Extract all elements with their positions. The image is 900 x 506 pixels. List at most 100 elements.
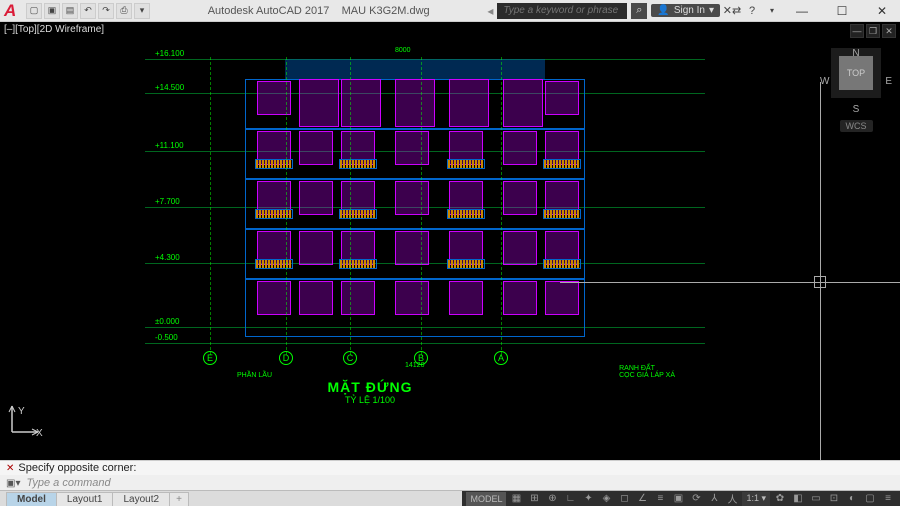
window bbox=[503, 281, 537, 315]
window-title: Autodesk AutoCAD 2017 MAU K3G2M.dwg bbox=[150, 5, 487, 17]
crosshair-vertical bbox=[820, 82, 821, 460]
view-label[interactable]: [–][Top][2D Wireframe] bbox=[4, 24, 104, 35]
drawing-title: MẶT ĐỨNG bbox=[155, 379, 585, 395]
elevation-drawing: +16.100+14.500+11.100+7.700+4.300±0.000-… bbox=[155, 47, 585, 397]
viewcube-south[interactable]: S bbox=[853, 104, 860, 115]
status-mode[interactable]: MODEL bbox=[466, 492, 506, 506]
status-polar-icon[interactable]: ✦ bbox=[580, 492, 596, 506]
viewcube-east[interactable]: E bbox=[885, 76, 892, 87]
grid-line bbox=[421, 57, 422, 355]
status-grid-icon[interactable]: ▦ bbox=[508, 492, 524, 506]
help-icon[interactable]: ? bbox=[744, 3, 760, 19]
ucs-x-label: X bbox=[36, 428, 43, 439]
app-logo: A bbox=[0, 1, 20, 21]
window bbox=[503, 181, 537, 215]
viewcube-north[interactable]: N bbox=[852, 48, 859, 59]
window bbox=[395, 131, 429, 165]
app-name: Autodesk AutoCAD 2017 bbox=[208, 5, 330, 17]
drawing-area[interactable]: [–][Top][2D Wireframe] — ❐ ✕ N S W E TOP… bbox=[0, 22, 900, 460]
window bbox=[545, 281, 579, 315]
window bbox=[299, 281, 333, 315]
balcony bbox=[255, 259, 293, 269]
viewcube-face[interactable]: TOP bbox=[839, 56, 873, 90]
status-custom-icon[interactable]: ≡ bbox=[880, 492, 896, 506]
doc-restore-icon[interactable]: ❐ bbox=[866, 24, 880, 38]
level-label: +14.500 bbox=[155, 83, 184, 92]
storefront bbox=[299, 79, 339, 127]
quick-access-toolbar: ▢ ▣ ▤ ↶ ↷ ⎙ ▾ bbox=[26, 3, 150, 19]
status-hw-icon[interactable]: ◐ bbox=[844, 492, 860, 506]
tab-layout2[interactable]: Layout2 bbox=[112, 492, 170, 506]
search-input[interactable] bbox=[497, 3, 627, 19]
status-trans-icon[interactable]: ▣ bbox=[670, 492, 686, 506]
status-person-icon[interactable]: 人 bbox=[724, 492, 740, 506]
roof bbox=[285, 59, 545, 79]
level-label: +16.100 bbox=[155, 49, 184, 58]
status-ann-icon[interactable]: ⅄ bbox=[706, 492, 722, 506]
status-lwt-icon[interactable]: ≡ bbox=[652, 492, 668, 506]
maximize-button[interactable]: ☐ bbox=[824, 0, 860, 22]
balcony bbox=[447, 209, 485, 219]
layout-tabs: Model Layout1 Layout2 + bbox=[0, 491, 188, 506]
status-clean-icon[interactable]: ▢ bbox=[862, 492, 878, 506]
minimize-button[interactable]: — bbox=[784, 0, 820, 22]
tab-model[interactable]: Model bbox=[6, 492, 57, 506]
close-button[interactable]: ✕ bbox=[864, 0, 900, 22]
qat-new-icon[interactable]: ▢ bbox=[26, 3, 42, 19]
status-iso-icon[interactable]: ◈ bbox=[598, 492, 614, 506]
sign-in-label: Sign In bbox=[674, 5, 705, 16]
dim-total: 14120 bbox=[405, 362, 424, 369]
cmd-close-icon[interactable]: ✕ bbox=[6, 463, 14, 474]
status-bar: MODEL ▦ ⊞ ⊕ ∟ ✦ ◈ ◻ ∠ ≡ ▣ ⟳ ⅄ 人 1:1 ▾ ✿ … bbox=[462, 491, 900, 506]
window bbox=[395, 181, 429, 215]
status-osnap-icon[interactable]: ◻ bbox=[616, 492, 632, 506]
window bbox=[299, 231, 333, 265]
doc-close-icon[interactable]: ✕ bbox=[882, 24, 896, 38]
file-name: MAU K3G2M.dwg bbox=[342, 5, 430, 17]
balcony bbox=[447, 259, 485, 269]
status-gear-icon[interactable]: ✿ bbox=[772, 492, 788, 506]
status-cycle-icon[interactable]: ⟳ bbox=[688, 492, 704, 506]
grid-marker: D bbox=[279, 351, 293, 365]
window bbox=[449, 281, 483, 315]
status-dyn-icon[interactable]: ⊕ bbox=[544, 492, 560, 506]
balcony bbox=[339, 259, 377, 269]
command-placeholder: Type a command bbox=[26, 477, 110, 489]
qat-open-icon[interactable]: ▣ bbox=[44, 3, 60, 19]
qat-plot-icon[interactable]: ⎙ bbox=[116, 3, 132, 19]
status-snap-icon[interactable]: ⊞ bbox=[526, 492, 542, 506]
tab-add[interactable]: + bbox=[169, 492, 189, 506]
status-ortho-icon[interactable]: ∟ bbox=[562, 492, 578, 506]
exchange-icon[interactable]: ✕⇄ bbox=[724, 3, 740, 19]
doc-minimize-icon[interactable]: — bbox=[850, 24, 864, 38]
window bbox=[503, 231, 537, 265]
command-input-row[interactable]: ▣▾Type a command bbox=[0, 475, 900, 491]
qat-more-icon[interactable]: ▾ bbox=[134, 3, 150, 19]
sign-in-button[interactable]: 👤 Sign In ▾ bbox=[651, 4, 720, 17]
balcony bbox=[255, 209, 293, 219]
status-scale[interactable]: 1:1 ▾ bbox=[742, 492, 770, 506]
status-monitor-icon[interactable]: ▭ bbox=[808, 492, 824, 506]
viewcube-west[interactable]: W bbox=[820, 76, 829, 87]
bottom-bar: Model Layout1 Layout2 + MODEL ▦ ⊞ ⊕ ∟ ✦ … bbox=[0, 490, 900, 506]
grid-marker: C bbox=[343, 351, 357, 365]
level-label: -0.500 bbox=[155, 333, 178, 342]
wcs-label[interactable]: WCS bbox=[840, 120, 873, 132]
balcony bbox=[447, 159, 485, 169]
crosshair-pickbox bbox=[814, 276, 826, 288]
search-prev-icon[interactable]: ◂ bbox=[487, 4, 493, 18]
help-more-icon[interactable]: ▾ bbox=[764, 3, 780, 19]
status-units-icon[interactable]: ⊡ bbox=[826, 492, 842, 506]
tab-layout1[interactable]: Layout1 bbox=[56, 492, 114, 506]
qat-undo-icon[interactable]: ↶ bbox=[80, 3, 96, 19]
window bbox=[341, 281, 375, 315]
qat-save-icon[interactable]: ▤ bbox=[62, 3, 78, 19]
grid-line bbox=[501, 57, 502, 355]
grid-line bbox=[210, 57, 211, 355]
level-label: +7.700 bbox=[155, 197, 180, 206]
infocenter-icon[interactable]: ⌕ bbox=[631, 3, 647, 19]
status-ws-icon[interactable]: ◧ bbox=[790, 492, 806, 506]
status-otrack-icon[interactable]: ∠ bbox=[634, 492, 650, 506]
qat-redo-icon[interactable]: ↷ bbox=[98, 3, 114, 19]
viewcube[interactable]: N S W E TOP WCS bbox=[820, 48, 892, 134]
